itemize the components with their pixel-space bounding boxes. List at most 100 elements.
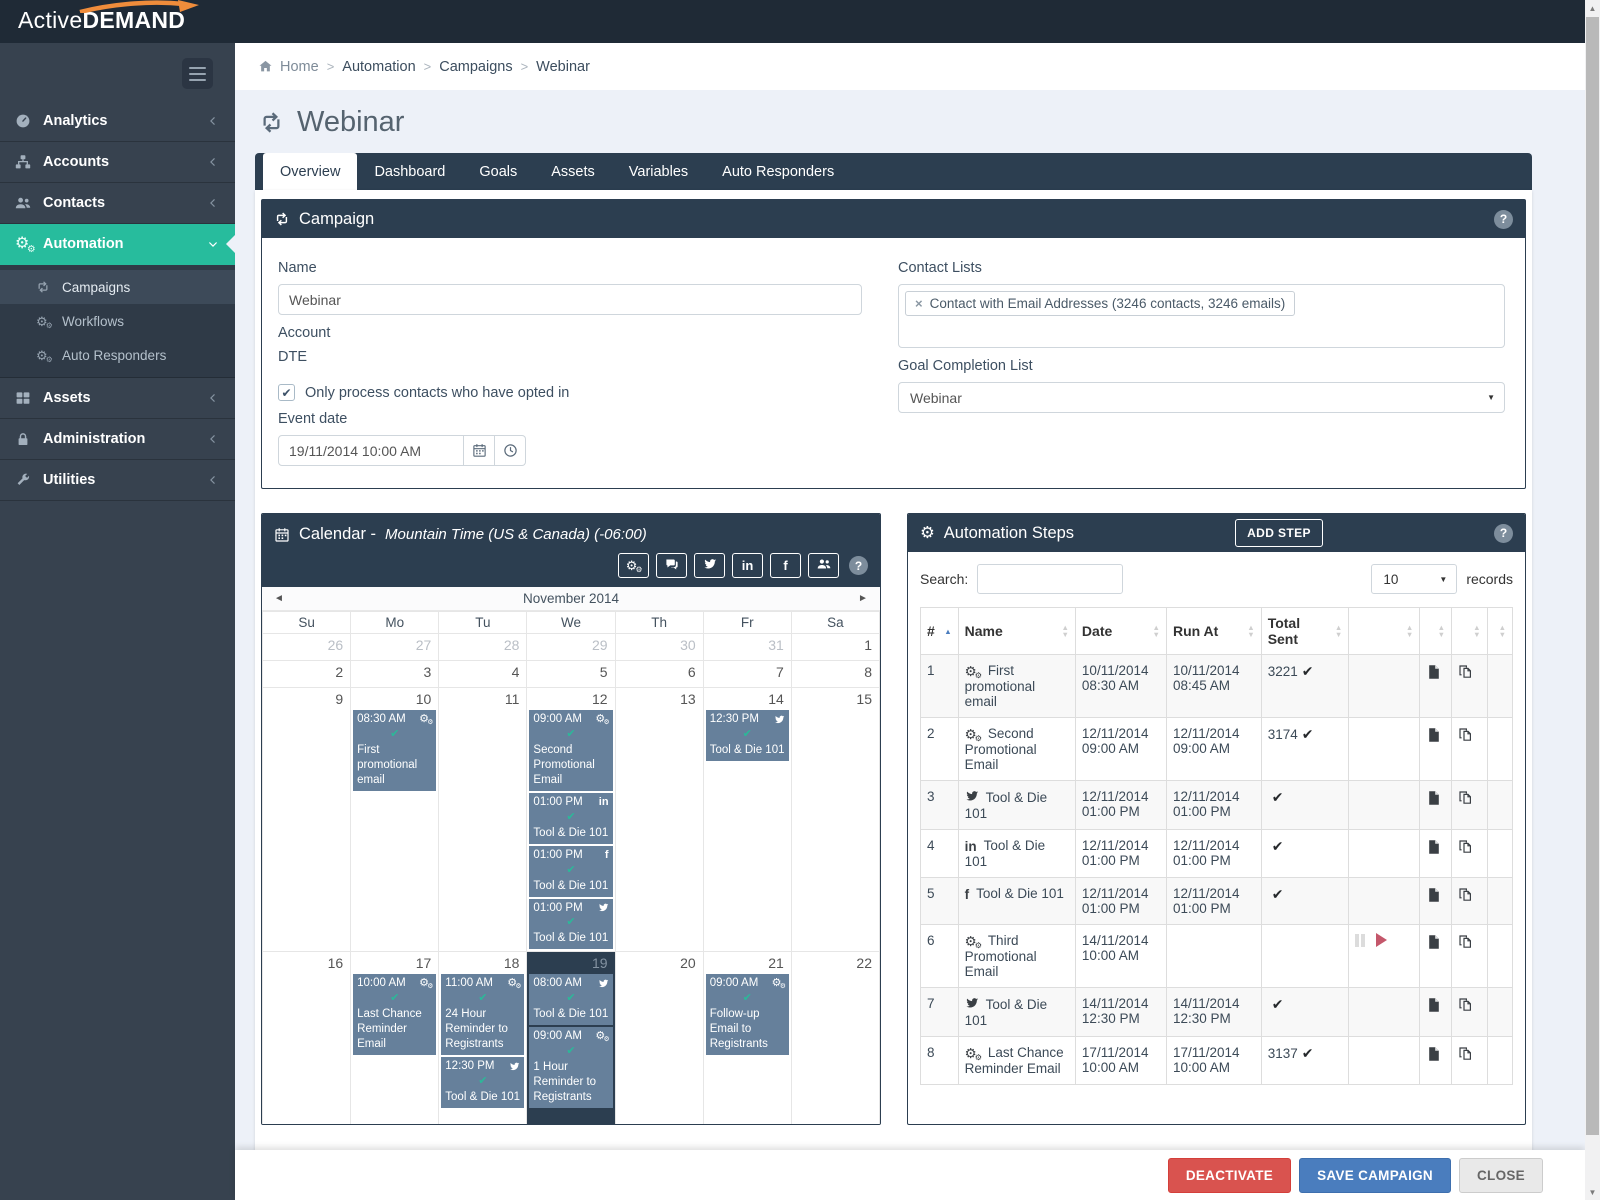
calendar-event[interactable]: 01:00 PM f ✔ Tool & Die 101: [529, 845, 613, 897]
close-button[interactable]: CLOSE: [1458, 1157, 1543, 1193]
calendar-event[interactable]: 09:00 AM ⚙ ⚙ ✔ 1 Hour Reminder to Registrant…: [529, 1027, 613, 1108]
calendar-event[interactable]: 08:00 AM ✔ Tool & Die 101: [529, 974, 613, 1026]
page-scrollbar[interactable]: ▲ ▼: [1585, 0, 1600, 1200]
file-icon-button[interactable]: [1426, 1045, 1442, 1063]
time-picker-button[interactable]: [495, 435, 526, 466]
steps-help-button[interactable]: ?: [1493, 523, 1513, 543]
contact-lists-multiselect[interactable]: × Contact with Email Addresses (3246 con…: [898, 284, 1505, 348]
campaign-name-input[interactable]: [278, 284, 862, 315]
file-icon-button[interactable]: [1426, 789, 1442, 807]
calendar-day-cell[interactable]: 6: [614, 660, 704, 688]
steps-search-input[interactable]: [977, 564, 1124, 594]
event-date-input[interactable]: [278, 435, 464, 466]
optin-checkbox-row[interactable]: ✔ Only process contacts who have opted i…: [278, 384, 862, 401]
file-icon-button[interactable]: [1426, 663, 1442, 681]
deactivate-button[interactable]: DEACTIVATE: [1167, 1157, 1292, 1193]
steps-column-header-total-sent[interactable]: Total Sent ▲ ▼: [1260, 607, 1350, 655]
next-month-button[interactable]: ►: [846, 593, 880, 604]
scroll-up-button[interactable]: ▲: [1585, 0, 1600, 16]
play-button[interactable]: [1376, 933, 1388, 947]
breadcrumb-item-automation[interactable]: Automation: [342, 59, 415, 75]
tab-assets[interactable]: Assets: [534, 153, 612, 190]
calendar-day-cell[interactable]: 18 11:00 AM ⚙ ⚙ ✔ 24 Hour Reminder to Registr…: [438, 951, 528, 1124]
calendar-day-cell[interactable]: 16: [262, 951, 352, 1124]
tab-goals[interactable]: Goals: [462, 153, 534, 190]
copy-icon-button[interactable]: [1458, 726, 1474, 744]
prev-month-button[interactable]: ◄: [262, 593, 296, 604]
steps-column-header-name[interactable]: Name ▲ ▼: [957, 607, 1076, 655]
calendar-help-button[interactable]: ?: [849, 556, 868, 575]
calendar-day-cell[interactable]: 31: [702, 633, 792, 661]
calendar-day-cell[interactable]: 8: [790, 660, 880, 688]
sidebar-item-campaigns[interactable]: Campaigns: [0, 270, 235, 304]
calendar-event[interactable]: 01:00 PM in ✔ Tool & Die 101: [529, 792, 613, 844]
copy-icon-button[interactable]: [1458, 663, 1474, 681]
calendar-day-cell[interactable]: 4: [438, 660, 528, 688]
sidebar-item-assets[interactable]: Assets: [0, 378, 235, 419]
steps-column-header[interactable]: ▲ ▼: [1486, 607, 1513, 655]
linkedin-button[interactable]: in: [732, 553, 763, 578]
tab-overview[interactable]: Overview: [263, 153, 358, 190]
file-icon-button[interactable]: [1426, 726, 1442, 744]
copy-icon-button[interactable]: [1458, 886, 1474, 904]
optin-checkbox[interactable]: ✔: [278, 384, 295, 401]
steps-column-header-[interactable]: # ▲: [920, 607, 959, 655]
sidebar-item-workflows[interactable]: ⚙ ⚙ Workflows: [0, 304, 235, 338]
breadcrumb-item-campaigns[interactable]: Campaigns: [439, 59, 512, 75]
calendar-event[interactable]: 12:30 PM ✔ Tool & Die 101: [441, 1057, 525, 1108]
breadcrumb-item-webinar[interactable]: Webinar: [536, 59, 590, 75]
users-button[interactable]: [808, 553, 839, 578]
scrollbar-thumb[interactable]: [1586, 17, 1599, 1135]
steps-column-header[interactable]: ▲ ▼: [1348, 607, 1421, 655]
twitter-button[interactable]: [694, 553, 725, 578]
sidebar-item-contacts[interactable]: Contacts: [0, 183, 235, 224]
calendar-day-cell[interactable]: 7: [702, 660, 792, 688]
calendar-event[interactable]: 01:00 PM ✔ Tool & Die 101: [529, 898, 613, 950]
copy-icon-button[interactable]: [1458, 1045, 1474, 1063]
sidebar-item-automation[interactable]: ⚙ ⚙ Automation: [0, 224, 235, 265]
gears-button[interactable]: ⚙ ⚙: [618, 553, 649, 578]
calendar-day-cell[interactable]: 13: [614, 686, 704, 953]
calendar-day-cell[interactable]: 28: [438, 633, 528, 661]
calendar-day-cell[interactable]: 26: [262, 633, 352, 661]
calendar-day-cell[interactable]: 5: [526, 660, 616, 688]
calendar-day-cell[interactable]: 2: [262, 660, 352, 688]
calendar-event[interactable]: 09:00 AM ⚙ ⚙ ✔ Follow-up Email to Registrant…: [705, 974, 789, 1056]
goal-list-select[interactable]: Webinar ▼: [898, 382, 1505, 413]
calendar-day-cell[interactable]: 17 10:00 AM ⚙ ⚙ ✔ Last Chance Reminder Email: [350, 951, 440, 1124]
calendar-event[interactable]: 12:30 PM ✔ Tool & Die 101: [705, 710, 789, 761]
save-campaign-button[interactable]: SAVE CAMPAIGN: [1299, 1157, 1451, 1193]
tab-variables[interactable]: Variables: [612, 153, 705, 190]
sidebar-toggle-button[interactable]: [182, 58, 213, 89]
file-icon-button[interactable]: [1426, 996, 1442, 1014]
sidebar-item-analytics[interactable]: Analytics: [0, 101, 235, 142]
copy-icon-button[interactable]: [1458, 996, 1474, 1014]
calendar-day-cell[interactable]: 20: [614, 951, 704, 1124]
calendar-day-cell[interactable]: 14 12:30 PM ✔ Tool & Die 101: [702, 686, 792, 953]
steps-column-header-date[interactable]: Date ▲ ▼: [1074, 607, 1167, 655]
file-icon-button[interactable]: [1426, 933, 1442, 951]
calendar-day-cell[interactable]: 27: [350, 633, 440, 661]
calendar-day-cell[interactable]: 30: [614, 633, 704, 661]
tab-dashboard[interactable]: Dashboard: [357, 153, 462, 190]
add-step-button[interactable]: ADD STEP: [1235, 519, 1323, 547]
steps-column-header-run-at[interactable]: Run At ▲ ▼: [1165, 607, 1262, 655]
copy-icon-button[interactable]: [1458, 789, 1474, 807]
calendar-day-cell[interactable]: 19 08:00 AM ✔ Tool & Die 101 09:00 AM ⚙ ⚙ ✔ 1 Ho…: [526, 951, 616, 1124]
calendar-day-cell[interactable]: 12 09:00 AM ⚙ ⚙ ✔ Second Promotional Email 01:…: [526, 686, 616, 953]
pause-button[interactable]: [1355, 934, 1366, 947]
calendar-event[interactable]: 09:00 AM ⚙ ⚙ ✔ Second Promotional Email: [529, 710, 613, 791]
remove-chip-icon[interactable]: ×: [915, 296, 923, 311]
comments-button[interactable]: [656, 553, 687, 578]
steps-column-header[interactable]: ▲ ▼: [1419, 607, 1453, 655]
sidebar-item-utilities[interactable]: Utilities: [0, 460, 235, 501]
calendar-event[interactable]: 11:00 AM ⚙ ⚙ ✔ 24 Hour Reminder to Registran…: [441, 974, 525, 1056]
tab-auto-responders[interactable]: Auto Responders: [705, 153, 851, 190]
calendar-day-cell[interactable]: 15: [790, 686, 880, 953]
copy-icon-button[interactable]: [1458, 933, 1474, 951]
calendar-day-cell[interactable]: 1: [790, 633, 880, 661]
calendar-day-cell[interactable]: 22: [790, 951, 880, 1124]
sidebar-item-accounts[interactable]: Accounts: [0, 142, 235, 183]
copy-icon-button[interactable]: [1458, 838, 1474, 856]
sidebar-item-administration[interactable]: Administration: [0, 419, 235, 460]
